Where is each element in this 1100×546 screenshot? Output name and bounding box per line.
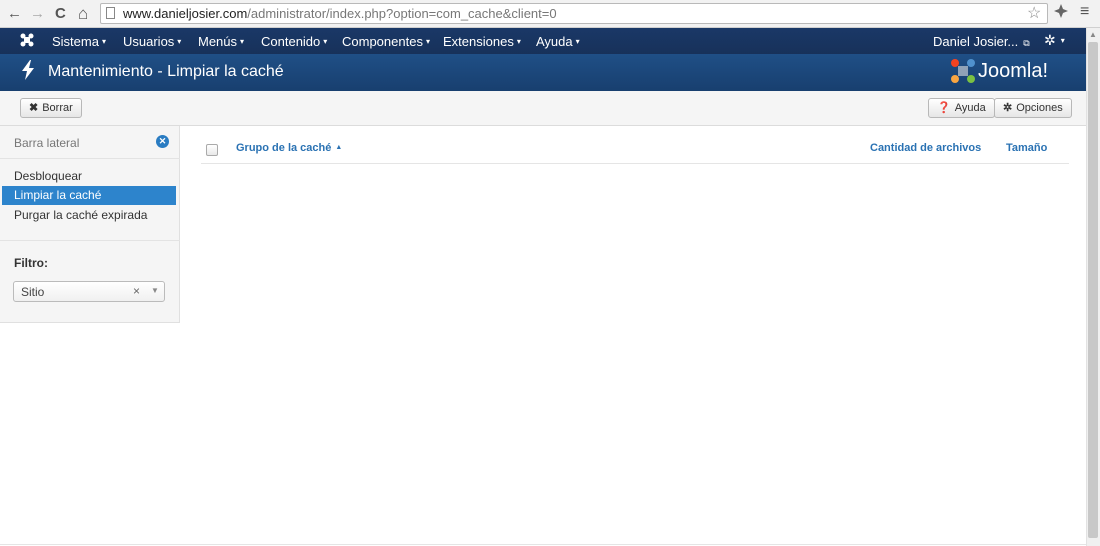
menu-usuarios[interactable]: Usuarios ▾ [123,34,181,49]
column-label: Grupo de la caché [236,142,332,154]
select-all-checkbox[interactable] [206,144,218,156]
page-title: Mantenimiento - Limpiar la caché [48,63,284,80]
browser-menu-icon[interactable]: ≡ [1080,3,1089,21]
close-icon: ✖ [29,102,39,114]
menu-label: Usuarios [123,34,175,49]
gear-icon: ✲ [1003,102,1013,114]
settings-menu[interactable]: ✲ ▾ [1044,32,1065,49]
toolbar: ✖ Borrar ❓ Ayuda ✲ Opciones [0,91,1086,126]
user-name: Daniel Josier... [933,34,1019,49]
menu-ayuda[interactable]: Ayuda ▾ [536,34,580,49]
page-header: Mantenimiento - Limpiar la caché Joomla! [0,54,1086,91]
menu-contenido[interactable]: Contenido ▾ [261,34,327,49]
joomla-logo: Joomla! [950,58,1048,87]
sidebar-item-purgar-cache[interactable]: Purgar la caché expirada [14,208,147,222]
clear-button[interactable]: ✖ Borrar [20,98,82,118]
options-button[interactable]: ✲ Opciones [994,98,1072,118]
scroll-up-icon[interactable]: ▲ [1089,30,1097,39]
menu-componentes[interactable]: Componentes ▾ [342,34,430,49]
clear-label: Borrar [42,102,73,114]
menu-label: Menús [198,34,238,49]
home-icon[interactable]: ⌂ [78,4,88,24]
external-link-icon: ⧉ [1023,38,1030,48]
gear-icon: ✲ [1044,32,1056,48]
client-filter-select[interactable]: Sitio × ▼ [13,281,165,302]
menu-label: Ayuda [536,34,573,49]
chevron-down-icon: ▾ [177,37,182,46]
help-button[interactable]: ❓ Ayuda [928,98,995,118]
back-icon[interactable]: ← [7,4,22,24]
divider [0,544,1086,545]
sort-asc-icon: ▲ [335,144,343,151]
reload-icon[interactable]: C [55,4,66,24]
column-cache-group[interactable]: Grupo de la caché ▲ [236,142,342,154]
menu-menus[interactable]: Menús ▾ [198,34,244,49]
chevron-down-icon: ▾ [425,37,430,46]
column-file-count[interactable]: Cantidad de archivos [870,142,981,154]
divider [0,240,180,241]
menu-sistema[interactable]: Sistema ▾ [52,34,106,49]
extension-icon[interactable] [1053,3,1069,23]
chevron-down-icon: ▾ [240,37,245,46]
url-path: /administrator/index.php?option=com_cach… [247,6,557,21]
chevron-down-icon: ▾ [323,37,328,46]
address-bar[interactable]: www.danieljosier.com/administrator/index… [100,3,1048,24]
menu-label: Contenido [261,34,321,49]
options-label: Opciones [1016,102,1063,114]
question-icon: ❓ [937,102,951,114]
menu-label: Componentes [342,34,423,49]
chevron-down-icon: ▾ [101,37,106,46]
lightning-icon [20,60,36,85]
menu-label: Sistema [52,34,99,49]
sidebar-item-desbloquear[interactable]: Desbloquear [14,169,82,183]
menu-extensiones[interactable]: Extensiones ▾ [443,34,521,49]
help-label: Ayuda [954,102,986,114]
url-host: www.danieljosier.com [123,6,248,21]
sidebar-item-limpiar-cache[interactable]: Limpiar la caché [2,186,176,205]
sidebar-heading: Barra lateral [14,136,80,150]
browser-toolbar: ← → C ⌂ www.danieljosier.com/administrat… [0,0,1100,28]
divider [0,158,180,159]
admin-navbar: Sistema ▾ Usuarios ▾ Menús ▾ Contenido ▾ Com… [0,28,1086,54]
chevron-down-icon: ▾ [1060,36,1065,45]
chevron-down-icon: ▾ [516,37,521,46]
menu-label: Extensiones [443,34,514,49]
chevron-down-icon: ▼ [151,286,159,295]
close-sidebar-icon[interactable]: ✕ [156,135,169,148]
clear-filter-icon[interactable]: × [133,284,140,298]
column-size[interactable]: Tamaño [1006,142,1047,154]
sidebar: Barra lateral ✕ Desbloquear Limpiar la c… [0,126,180,323]
joomla-icon[interactable] [19,32,35,52]
filter-value: Sitio [21,285,45,299]
forward-icon[interactable]: → [30,4,45,24]
brand-text: Joomla! [978,60,1049,82]
filter-label: Filtro: [14,256,48,270]
page-icon [106,7,115,19]
user-menu[interactable]: Daniel Josier... ⧉ [933,34,1030,49]
chevron-down-icon: ▾ [575,37,580,46]
bookmark-star-icon[interactable]: ☆ [1027,3,1041,23]
cache-table-header: Grupo de la caché ▲ Cantidad de archivos … [201,134,1069,164]
scroll-thumb[interactable] [1088,42,1098,538]
